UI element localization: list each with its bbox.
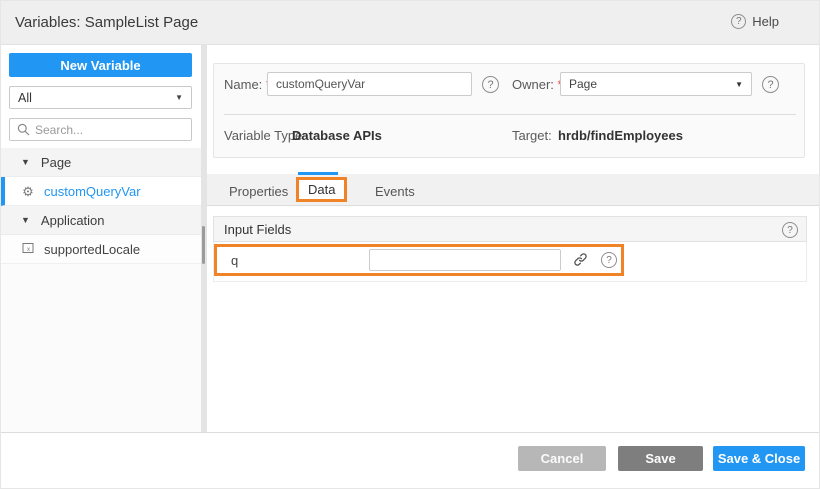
- input-fields-header: Input Fields ?: [213, 216, 807, 242]
- tab-data-highlighted[interactable]: Data: [296, 177, 347, 202]
- name-help-icon[interactable]: ?: [482, 76, 499, 93]
- field-value-input[interactable]: [369, 249, 561, 271]
- field-name-label: q: [231, 253, 238, 268]
- search-icon: [17, 123, 30, 136]
- variable-filter-dropdown[interactable]: All ▼: [9, 86, 192, 109]
- tree-group-page[interactable]: ▼ Page: [1, 148, 201, 177]
- name-label: Name: *: [224, 77, 271, 92]
- input-fields-title: Input Fields: [224, 222, 291, 237]
- help-label: Help: [752, 14, 779, 29]
- title-bar: Variables: SampleList Page ? Help: [1, 1, 820, 45]
- owner-label: Owner: *: [512, 77, 563, 92]
- owner-selected-value: Page: [569, 77, 597, 91]
- tree-group-application[interactable]: ▼ Application: [1, 206, 201, 235]
- tab-data-label: Data: [308, 182, 335, 197]
- tab-events[interactable]: Events: [375, 184, 415, 199]
- target-value: hrdb/findEmployees: [558, 128, 683, 143]
- help-icon: ?: [731, 14, 746, 29]
- new-variable-button[interactable]: New Variable: [9, 53, 192, 77]
- active-tab-indicator: [298, 172, 338, 175]
- owner-help-icon[interactable]: ?: [762, 76, 779, 93]
- chevron-down-icon: ▼: [735, 80, 743, 89]
- tree-item-label: customQueryVar: [44, 184, 141, 199]
- field-help-icon[interactable]: ?: [601, 252, 617, 268]
- scrollbar-thumb[interactable]: [202, 226, 205, 264]
- locale-variable-icon: x: [21, 242, 35, 256]
- variables-dialog: Variables: SampleList Page ? Help New Va…: [0, 0, 820, 489]
- dialog-footer: Cancel Save Save & Close: [1, 432, 820, 488]
- page-title: Variables: SampleList Page: [15, 14, 198, 31]
- variables-sidebar: New Variable All ▼ ▼ Page ⚙ customQueryV…: [1, 45, 201, 434]
- input-fields-body: q ?: [213, 242, 807, 282]
- chevron-down-icon: ▼: [175, 93, 183, 102]
- variable-type-value: Database APIs: [292, 128, 382, 143]
- input-fields-panel: Input Fields ? q ?: [213, 216, 807, 282]
- tree-item-custom-query-var[interactable]: ⚙ customQueryVar: [1, 177, 201, 206]
- collapse-triangle-icon: ▼: [21, 157, 30, 167]
- variable-summary-form: Name: * ? Owner: * Page ▼ ? Variable Typ…: [213, 63, 805, 158]
- tree-item-supported-locale[interactable]: x supportedLocale: [1, 235, 201, 264]
- owner-dropdown[interactable]: Page ▼: [560, 72, 752, 96]
- filter-selected-value: All: [18, 91, 32, 105]
- save-and-close-button[interactable]: Save & Close: [713, 446, 805, 471]
- save-button[interactable]: Save: [618, 446, 703, 471]
- bind-link-icon[interactable]: [573, 252, 589, 268]
- input-fields-help-icon[interactable]: ?: [782, 222, 798, 238]
- tree-group-label: Page: [41, 155, 71, 170]
- collapse-triangle-icon: ▼: [21, 215, 30, 225]
- variable-detail-panel: Name: * ? Owner: * Page ▼ ? Variable Typ…: [207, 45, 820, 434]
- tree-item-label: supportedLocale: [44, 242, 140, 257]
- tab-properties[interactable]: Properties: [229, 184, 288, 199]
- name-input[interactable]: [267, 72, 472, 96]
- gear-icon: ⚙: [21, 185, 35, 198]
- svg-text:x: x: [27, 247, 30, 253]
- help-button[interactable]: ? Help: [731, 14, 779, 29]
- target-label: Target:: [512, 128, 552, 143]
- variable-search[interactable]: [9, 118, 192, 141]
- input-field-row-highlighted: q ?: [214, 244, 624, 276]
- search-input[interactable]: [35, 123, 165, 137]
- cancel-button[interactable]: Cancel: [518, 446, 606, 471]
- tree-group-label: Application: [41, 213, 105, 228]
- form-divider: [224, 114, 796, 115]
